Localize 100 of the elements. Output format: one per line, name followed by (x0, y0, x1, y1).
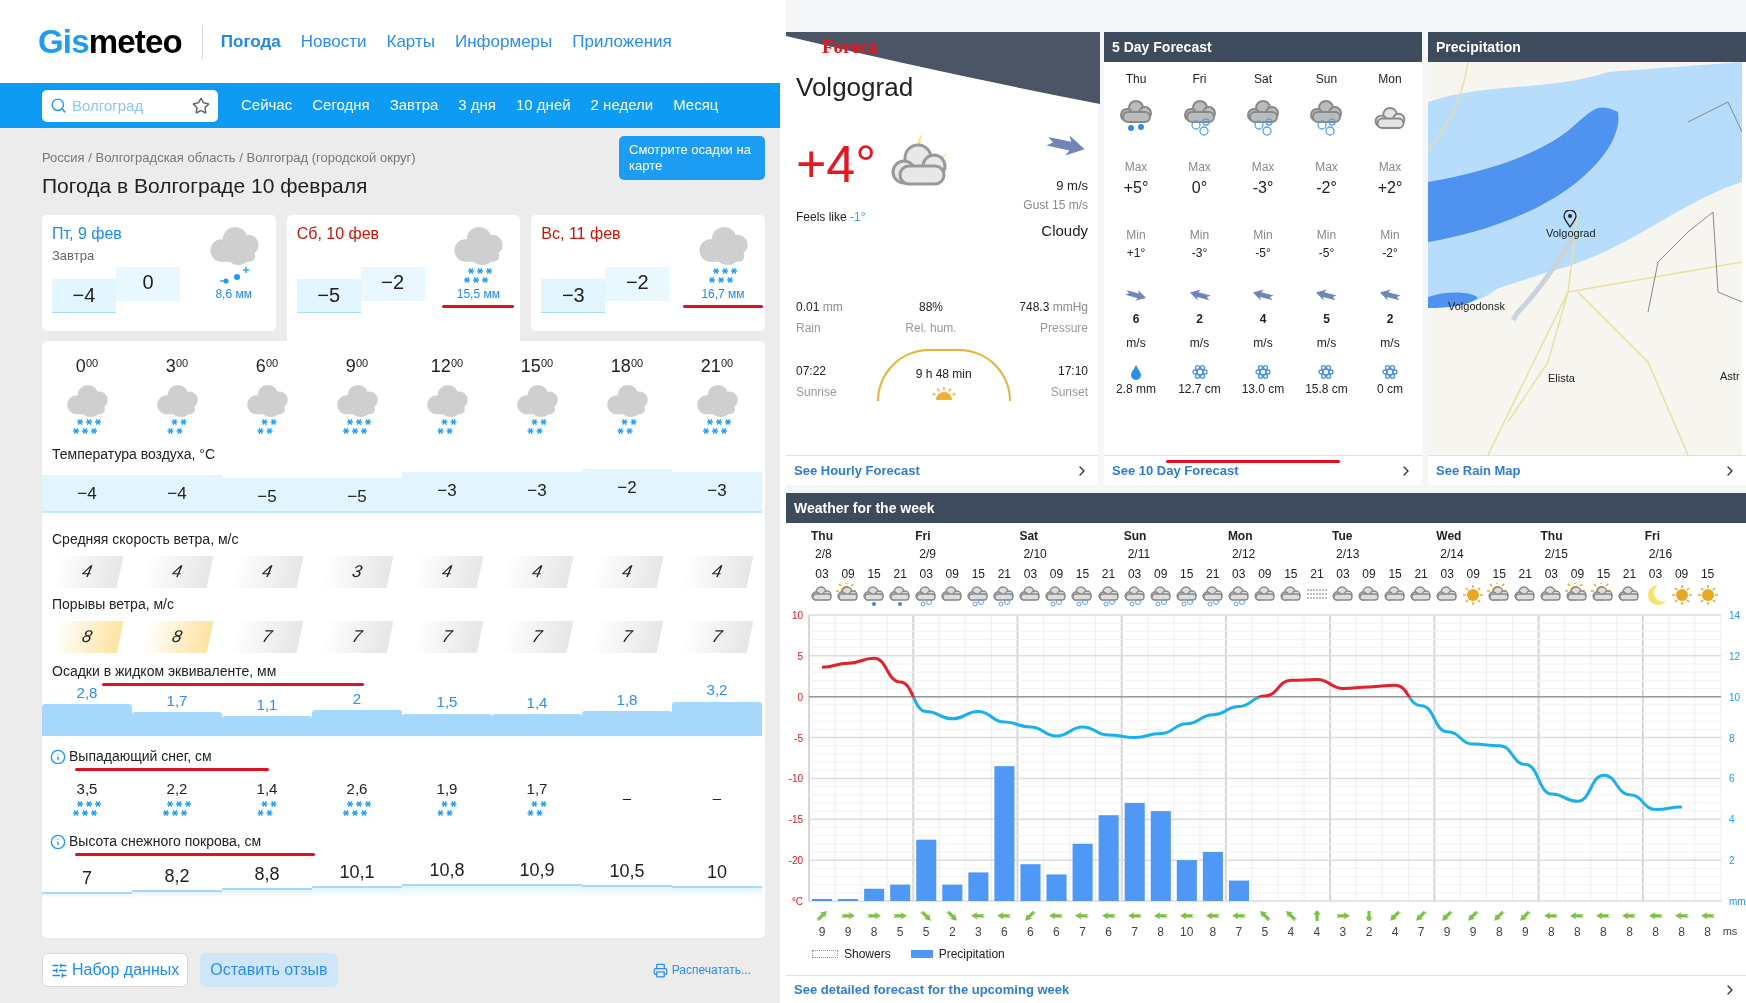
axis-tick-label: 2 (1729, 855, 1735, 867)
min-temperature: -5° (1255, 245, 1271, 262)
precipitation-bar (1176, 860, 1197, 901)
week-date: 2/10 (1023, 546, 1047, 563)
wind-speed: 9 (817, 923, 827, 941)
snow-depth-value: 8,8 (254, 863, 280, 887)
hour-label: 09 (1048, 566, 1065, 583)
wind-arrow-icon (1673, 911, 1690, 921)
wind-arrow-icon (996, 911, 1013, 921)
wind-speed: 8 (1599, 923, 1608, 941)
precipitation-bar (1020, 864, 1041, 901)
period-tab[interactable]: 3 дня (458, 94, 496, 117)
info-icon[interactable] (50, 833, 66, 850)
nav-link[interactable]: Информеры (454, 28, 553, 55)
wind-speed: 8 (1156, 923, 1165, 941)
temperature-cell: −4 (42, 475, 132, 513)
hour-label: 9$^{00}$ (345, 355, 369, 378)
row-label: Выпадающий снег, см (69, 747, 212, 766)
max-temperature: −2 (360, 267, 425, 301)
snowflakes-icon (342, 418, 372, 436)
wind-arrow-icon (1491, 911, 1508, 921)
snow-cloud-icon (1245, 99, 1281, 137)
dataset-button[interactable]: Набор данных (42, 953, 189, 987)
min-temperature: -5° (1318, 245, 1335, 262)
raindrop-icon (1130, 364, 1143, 381)
wind-gust-cell: 8 (140, 621, 214, 653)
wind-speed: 8 (1494, 923, 1504, 941)
widget-header: Precipitation (1428, 32, 1746, 62)
precipitation-map-button[interactable]: Смотрите осадки на карте (619, 136, 765, 180)
hour-label: 15$^{00}$ (520, 355, 554, 378)
wind-speed: 2 (1364, 923, 1374, 941)
widget-link[interactable]: See Hourly Forecast (786, 455, 1099, 485)
max-label: Max (1378, 159, 1402, 176)
nav-link[interactable]: Приложения (572, 28, 672, 55)
rain-cloud-icon (862, 583, 887, 607)
sliders-icon (51, 961, 68, 979)
widget-link[interactable]: See detailed forecast for the upcoming week (786, 975, 1746, 1003)
week-day-name: Thu (1540, 528, 1563, 545)
precipitation-bar (916, 839, 937, 901)
hour-label: 15 (970, 566, 986, 583)
wind-speed: 6 (1000, 923, 1009, 941)
max-label: Max (1251, 159, 1275, 176)
wind-speed: 3 (973, 923, 983, 941)
nav-link[interactable]: Погода (220, 28, 281, 55)
logo[interactable]: Gismeteo (38, 25, 182, 58)
day-name: Mon (1378, 71, 1402, 88)
period-tab[interactable]: Месяц (673, 94, 719, 117)
period-tab[interactable]: 10 дней (516, 94, 571, 117)
min-temperature: −3 (541, 279, 606, 313)
axis-tick-label: 10 (791, 610, 803, 621)
period-tab[interactable]: Сейчас (241, 94, 293, 117)
hour-label: 15 (866, 566, 882, 583)
period-tab[interactable]: Сегодня (312, 94, 370, 117)
city-name: Volgograd (796, 72, 914, 102)
search-field[interactable]: Волгоград (42, 89, 218, 122)
wind-arrow-icon (840, 911, 857, 921)
day-card[interactable]: Пт, 9 фев Завтра −4 0 8,6 мм (42, 215, 276, 331)
breadcrumb[interactable]: Россия / Волгоградская область / Волгоград (городской округ) (42, 148, 416, 168)
sun-icon (1669, 583, 1694, 607)
precipitation-value: 1,8 (616, 689, 638, 710)
wind-arrow-icon (1413, 911, 1430, 921)
day-note: Завтра (52, 248, 95, 263)
widget-link[interactable]: See 10 Day Forecast (1104, 455, 1422, 485)
wind-arrow-icon (1314, 288, 1339, 303)
wind-unit: m/s (1189, 335, 1210, 353)
sunset-label: Sunset (1050, 384, 1088, 402)
day-card[interactable]: Вс, 11 фев −3 −2 16,7 мм (531, 215, 765, 331)
period-tab[interactable]: Завтра (389, 94, 439, 117)
axis-tick-label: °C (791, 896, 803, 907)
wind-speed: 9 (843, 923, 853, 941)
printer-icon (652, 962, 668, 978)
day-date: Вс, 11 фев (541, 225, 622, 243)
hour-label: 21 (996, 566, 1013, 583)
wind-speed: 2 (947, 923, 957, 941)
wind-arrow-icon (1465, 911, 1482, 921)
info-icon[interactable] (50, 748, 66, 765)
max-temperature: +5° (1123, 178, 1149, 198)
nav-link[interactable]: Новости (300, 28, 367, 55)
hour-label: 09 (1673, 566, 1690, 583)
star-icon[interactable] (192, 96, 210, 115)
wind-speed: 3 (1338, 923, 1348, 941)
period-tab[interactable]: 2 недели (590, 94, 654, 117)
snow-cloud-icon (914, 583, 939, 607)
wind-arrow-icon (1543, 911, 1560, 921)
day-card[interactable]: Сб, 10 фев −5 −2 15,5 мм (286, 215, 521, 341)
wind-speed: 6 (1132, 311, 1140, 329)
wind-arrow-icon (1100, 911, 1117, 921)
page-title: Погода в Волгограде 10 февраля (42, 172, 369, 199)
nav-link[interactable]: Карты (386, 28, 435, 55)
search-icon (50, 96, 67, 114)
wind-speed: 6 (1052, 923, 1061, 941)
hour-label: 03 (1022, 566, 1039, 583)
precipitation-value: 2 (352, 688, 362, 709)
print-link[interactable]: Распечатать... (652, 961, 751, 979)
feedback-button[interactable]: Оставить отзыв (200, 953, 338, 987)
widget-link[interactable]: See Rain Map (1428, 455, 1746, 485)
snowfall-value: – (622, 787, 632, 808)
snow-cloud-icon (1308, 99, 1345, 137)
snow-cloud-icon (1096, 583, 1121, 607)
map-place-label: Volgodonsk (1448, 299, 1505, 314)
